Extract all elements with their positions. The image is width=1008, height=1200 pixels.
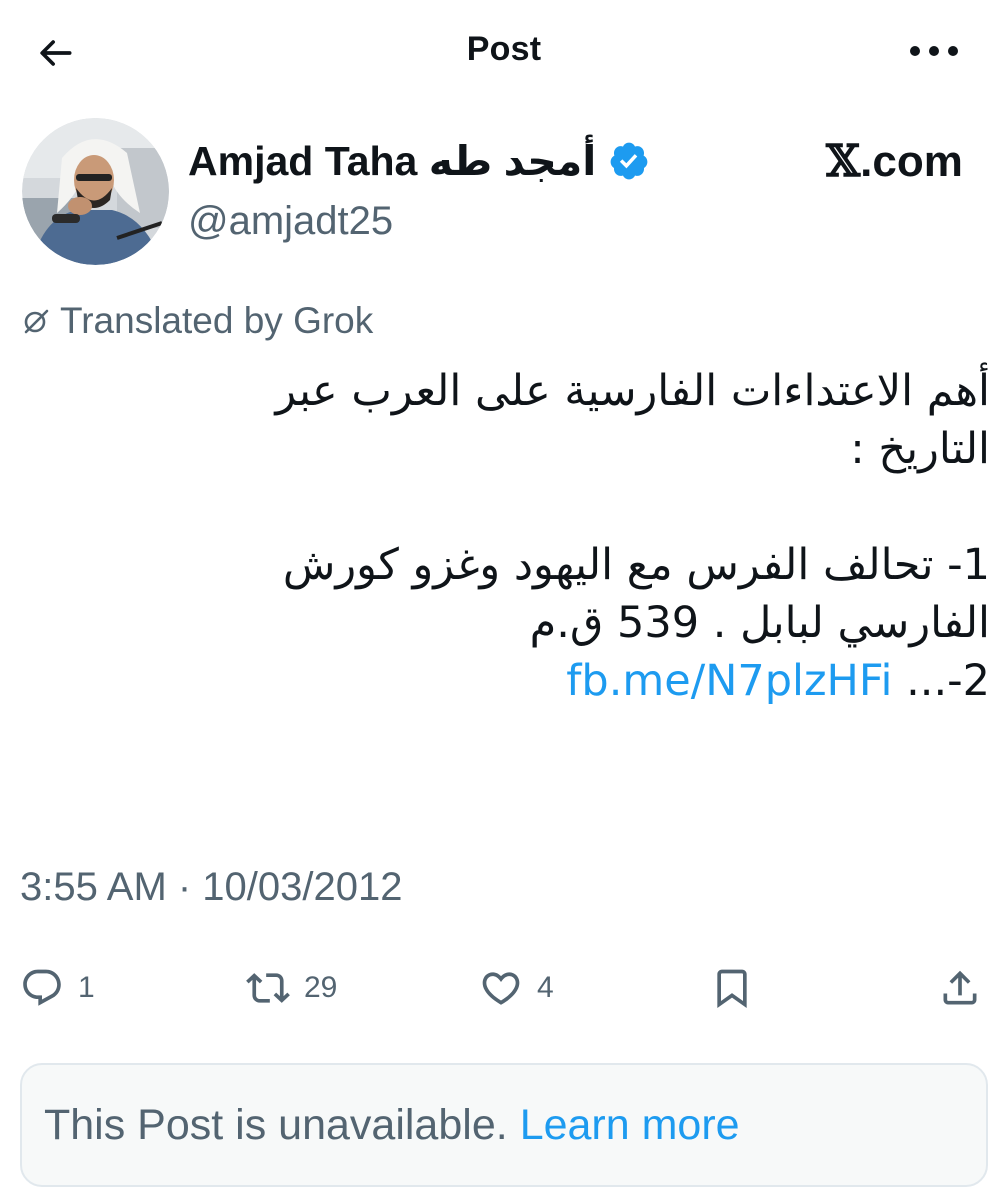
avatar[interactable] [22,118,169,265]
post-text: أهم الاعتداءات الفارسية على العرب عبر ال… [160,362,990,710]
grok-icon [24,309,49,334]
unavailable-post-card: This Post is unavailable. Learn more [20,1063,988,1187]
heart-icon [482,972,520,1005]
post-line-prefix: 2-... [892,656,990,706]
post-timestamp[interactable]: 3:55 AM · 10/03/2012 [20,865,403,910]
bookmark-icon [717,969,747,1009]
more-horizontal-icon [910,46,958,56]
action-bar: 1 29 4 [0,960,1008,1016]
site-domain: .com [860,137,963,186]
avatar-photo [22,118,169,265]
reply-icon [23,969,61,1006]
author-handle[interactable]: @amjadt25 [188,199,393,244]
more-options-button[interactable] [904,28,964,74]
x-logo: 𝕏 [826,136,861,187]
unavailable-message: This Post is unavailable. [44,1100,508,1149]
repost-button[interactable]: 29 [246,960,337,1016]
reply-count: 1 [78,971,95,1004]
bookmark-button[interactable] [710,960,754,1016]
page-title: Post [466,30,542,68]
like-button[interactable]: 4 [479,960,554,1016]
author-name-text: Amjad Taha أمجد طه [188,138,597,184]
translated-by-grok[interactable]: Translated by Grok [20,300,373,342]
verified-badge-icon [610,142,648,180]
post-link[interactable]: fb.me/N7plzHFi [566,656,892,706]
share-button[interactable] [938,960,982,1016]
like-count: 4 [537,971,554,1004]
post-line: 1- تحالف الفرس مع اليهود وغزو كورش [282,540,990,590]
post-line: التاريخ : [850,424,990,474]
post-line: الفارسي لبابل . 539 ق.م [529,598,990,648]
repost-count: 29 [304,971,338,1004]
learn-more-link[interactable]: Learn more [520,1101,740,1150]
author-name[interactable]: Amjad Taha أمجد طه [188,137,650,185]
repost-icon [246,973,290,1003]
post-line [160,478,990,536]
site-watermark: 𝕏.com [826,136,963,187]
post-line: أهم الاعتداءات الفارسية على العرب عبر [275,366,990,416]
post-line: 2-... fb.me/N7plzHFi [160,652,990,710]
reply-button[interactable]: 1 [20,960,95,1016]
translated-label: Translated by Grok [60,300,374,341]
top-bar: Post [0,0,1008,104]
share-icon [943,970,977,1005]
